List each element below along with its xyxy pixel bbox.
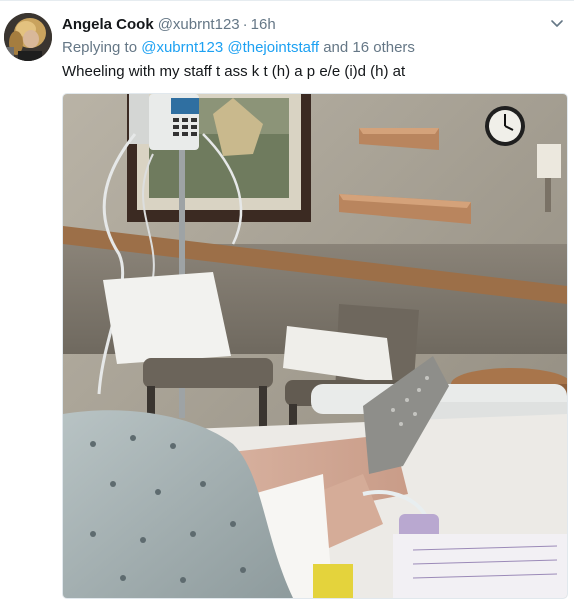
tweet-card[interactable]: Angela Cook @xubrnt123 · 16h Replying to… [0, 0, 574, 604]
avatar[interactable] [4, 13, 52, 61]
replying-to-line: Replying to @xubrnt123 @thejointstaff an… [62, 38, 415, 58]
avatar-image [4, 13, 52, 61]
tweet-header: Angela Cook @xubrnt123 · 16h [62, 15, 276, 35]
chevron-down-icon[interactable] [550, 17, 564, 31]
hospital-room-photo [63, 94, 567, 598]
tweet-timestamp[interactable]: 16h [251, 15, 276, 35]
reply-others-label[interactable]: and 16 others [323, 39, 415, 56]
tweet-photo[interactable] [62, 93, 568, 599]
author-handle[interactable]: @xubrnt123 [158, 15, 240, 35]
reply-handle-link[interactable]: @xubrnt123 [141, 39, 223, 56]
reply-handle-link[interactable]: @thejointstaff [227, 39, 319, 56]
separator-dot: · [242, 16, 248, 33]
replying-to-label: Replying to [62, 39, 138, 56]
tweet-text: Wheeling with my staff t ass k t (h) a p… [62, 63, 406, 80]
author-name[interactable]: Angela Cook [62, 15, 154, 35]
